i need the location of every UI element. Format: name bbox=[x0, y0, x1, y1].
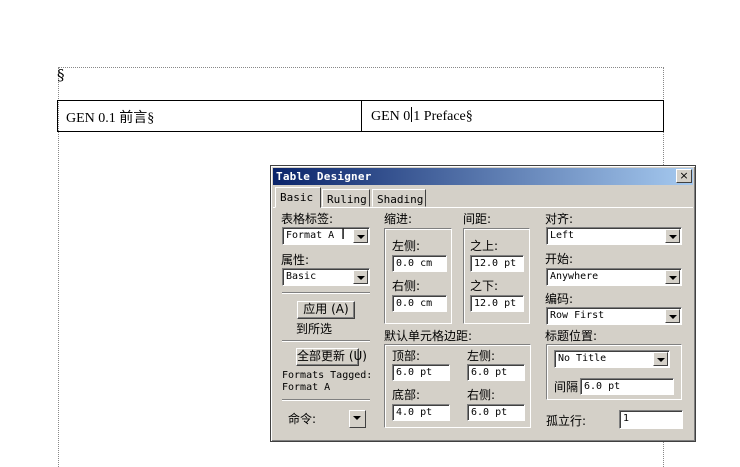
dialog-titlebar[interactable]: Table Designer × bbox=[273, 168, 693, 185]
chevron-down-icon[interactable] bbox=[353, 270, 368, 284]
command-label: 命令: bbox=[288, 412, 317, 426]
start-label: 开始: bbox=[545, 252, 574, 266]
table-cell-chinese[interactable]: GEN 0.1 前言§ bbox=[58, 101, 362, 131]
update-all-button[interactable]: 全部更新 (U) bbox=[296, 348, 367, 366]
table-tag-value: Format A bbox=[286, 230, 335, 241]
ibeam-cursor-icon: I bbox=[341, 227, 346, 243]
indent-left-label: 左侧: bbox=[392, 239, 421, 253]
chevron-down-icon[interactable] bbox=[353, 229, 368, 243]
title-position-label: 标题位置: bbox=[545, 329, 598, 343]
spacing-label: 间距: bbox=[463, 212, 492, 226]
chevron-down-icon[interactable] bbox=[665, 270, 680, 284]
attribute-value: Basic bbox=[286, 271, 317, 282]
separator bbox=[282, 340, 370, 342]
numbering-value: Row First bbox=[550, 310, 605, 321]
numbering-combo[interactable]: Row First bbox=[546, 307, 682, 325]
tab-ruling[interactable]: Ruling bbox=[322, 189, 370, 207]
margin-top-input[interactable]: 6.0 pt bbox=[392, 364, 450, 381]
formats-tagged-value: Format A bbox=[282, 382, 331, 393]
attribute-combo[interactable]: Basic bbox=[282, 268, 370, 286]
margin-bottom-label: 底部: bbox=[392, 388, 421, 402]
command-dropdown[interactable] bbox=[349, 410, 366, 428]
table-cell-english-text-before: GEN 0 bbox=[371, 109, 411, 124]
table-cell-chinese-text: GEN 0.1 前言§ bbox=[66, 111, 155, 126]
margin-bottom-input[interactable]: 4.0 pt bbox=[392, 404, 450, 421]
margin-left-input[interactable]: 6.0 pt bbox=[467, 364, 525, 381]
tab-shading[interactable]: Shading bbox=[372, 189, 426, 207]
attribute-label: 属性: bbox=[281, 253, 310, 267]
separator bbox=[282, 399, 370, 401]
start-combo[interactable]: Anywhere bbox=[546, 268, 682, 286]
to-selection-label: 到所选 bbox=[296, 322, 333, 336]
close-button[interactable]: × bbox=[676, 169, 692, 183]
start-value: Anywhere bbox=[550, 271, 599, 282]
chevron-down-icon[interactable] bbox=[653, 352, 668, 366]
gap-input[interactable]: 6.0 pt bbox=[580, 378, 674, 395]
alignment-combo[interactable]: Left bbox=[546, 227, 682, 245]
chevron-down-icon[interactable] bbox=[665, 309, 680, 323]
indent-right-input[interactable]: 0.0 cm bbox=[392, 295, 447, 312]
orphan-rows-input[interactable]: 1 bbox=[619, 410, 683, 429]
margin-right-input[interactable]: 6.0 pt bbox=[467, 404, 525, 421]
cell-margins-label: 默认单元格边距: bbox=[384, 329, 473, 343]
table-tag-label: 表格标签: bbox=[281, 212, 334, 226]
indent-left-input[interactable]: 0.0 cm bbox=[392, 255, 447, 272]
document-table[interactable]: GEN 0.1 前言§ GEN 01 Preface§ bbox=[57, 100, 664, 132]
margin-right-label: 右侧: bbox=[467, 388, 496, 402]
title-position-value: No Title bbox=[558, 353, 607, 364]
table-designer-dialog: Table Designer × Basic Ruling Shading 表格… bbox=[270, 165, 696, 442]
paragraph-mark: § bbox=[57, 66, 65, 84]
margin-top-label: 顶部: bbox=[392, 349, 421, 363]
margin-left-label: 左侧: bbox=[467, 349, 496, 363]
spacing-above-input[interactable]: 12.0 pt bbox=[470, 255, 524, 272]
chevron-down-icon[interactable] bbox=[665, 229, 680, 243]
tab-divider bbox=[273, 207, 693, 208]
title-position-combo[interactable]: No Title bbox=[554, 350, 670, 368]
table-tag-combo[interactable]: Format A I bbox=[282, 227, 370, 245]
chevron-down-icon bbox=[350, 411, 365, 427]
apply-button[interactable]: 应用 (A) bbox=[297, 301, 355, 319]
table-cell-english[interactable]: GEN 01 Preface§ bbox=[362, 101, 663, 131]
indent-label: 缩进: bbox=[384, 212, 413, 226]
table-cell-english-text-after: 1 Preface§ bbox=[413, 109, 473, 124]
spacing-below-input[interactable]: 12.0 pt bbox=[470, 295, 524, 312]
spacing-below-label: 之下: bbox=[470, 279, 499, 293]
dialog-title: Table Designer bbox=[276, 170, 372, 183]
close-icon: × bbox=[679, 169, 689, 182]
alignment-value: Left bbox=[550, 230, 575, 241]
alignment-label: 对齐: bbox=[545, 212, 574, 226]
tab-basic[interactable]: Basic bbox=[275, 187, 321, 208]
separator bbox=[282, 292, 370, 294]
indent-right-label: 右侧: bbox=[392, 279, 421, 293]
spacing-above-label: 之上: bbox=[470, 239, 499, 253]
numbering-label: 编码: bbox=[545, 292, 574, 306]
orphan-rows-label: 孤立行: bbox=[546, 414, 587, 428]
formats-tagged-label: Formats Tagged: bbox=[282, 370, 373, 381]
gap-label: 间隔 bbox=[554, 380, 579, 394]
